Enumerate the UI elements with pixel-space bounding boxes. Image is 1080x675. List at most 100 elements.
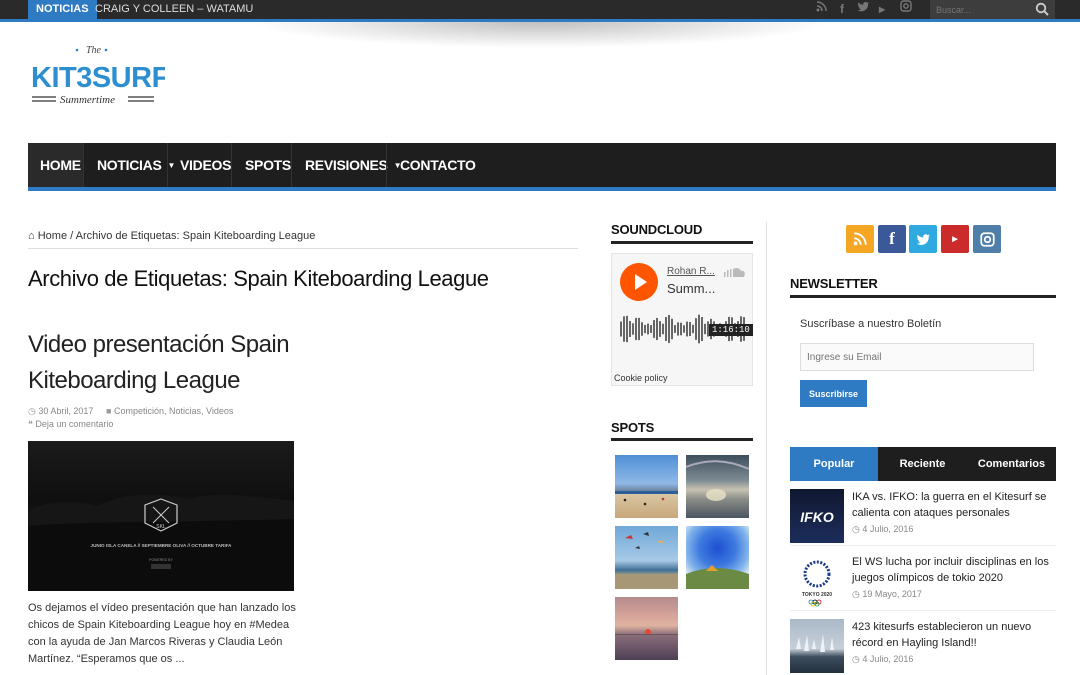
waveform-bar <box>665 317 667 341</box>
waveform-bar <box>698 314 700 344</box>
post-title[interactable]: Video presentación Spain Kiteboarding Le… <box>28 327 328 399</box>
spot-thumbnail[interactable] <box>686 455 749 518</box>
soundcloud-icon[interactable] <box>724 264 746 282</box>
youtube-icon[interactable]: ▶ <box>879 0 885 19</box>
breadcrumb-separator: / <box>70 230 74 242</box>
soundcloud-track-title[interactable]: Summ... <box>667 281 715 296</box>
waveform-bar <box>671 318 673 340</box>
post-categories[interactable]: ■ Competición, Noticias, Videos <box>106 406 233 416</box>
post-featured-image[interactable]: SKL JUNIO ISLA CANELA // SEPTIEMBRE OLIV… <box>28 441 294 591</box>
post-image-caption: JUNIO ISLA CANELA // SEPTIEMBRE OLIVA //… <box>91 543 233 548</box>
search-input[interactable] <box>936 2 1031 17</box>
soundcloud-user-link[interactable]: Rohan R... <box>667 266 715 277</box>
post-date: ◷ 30 Abril, 2017 <box>28 406 94 416</box>
post-link[interactable]: El WS lucha por incluir disciplinas en l… <box>852 554 1058 586</box>
post-title-line[interactable]: Video presentación Spain <box>28 327 328 363</box>
tokyo-thumb-text: TOKYO 2020 <box>802 592 832 598</box>
page-title: Archivo de Etiquetas: Spain Kiteboarding… <box>28 266 489 291</box>
tab-popular[interactable]: Popular <box>790 447 878 481</box>
clock-icon: ◷ <box>852 524 860 534</box>
waveform-bar <box>623 316 625 342</box>
soundcloud-player: Rohan R... Summ... 1:16:10 Cookie policy <box>611 253 753 386</box>
nav-accent-line <box>28 187 1056 191</box>
post-thumbnail[interactable] <box>790 619 844 673</box>
waveform-bar <box>683 325 685 333</box>
widget-title-underline <box>611 438 753 441</box>
breaking-news-ticker[interactable]: CRAIG Y COLLEEN – WATAMU <box>95 0 253 19</box>
waveform-bar <box>680 322 682 336</box>
waveform-bar <box>629 321 631 337</box>
widget-title-underline <box>611 241 753 244</box>
waveform-bar <box>626 315 628 343</box>
waveform-bar <box>677 322 679 336</box>
list-item[interactable]: 423 kitesurfs establecieron un nuevo réc… <box>790 619 1056 675</box>
waveform-bar <box>647 323 649 335</box>
logo-the-text: The <box>86 45 102 56</box>
post-link[interactable]: 423 kitesurfs establecieron un nuevo réc… <box>852 619 1058 651</box>
ifko-thumb-text: IFKO <box>800 509 834 525</box>
post-title-line[interactable]: Kiteboarding League <box>28 363 328 399</box>
tab-reciente[interactable]: Reciente <box>878 447 967 481</box>
nav-item-home[interactable]: HOME <box>28 143 83 187</box>
waveform-bar <box>632 323 634 335</box>
soundcloud-widget-title: SOUNDCLOUD <box>611 222 703 237</box>
waveform-bar <box>701 317 703 341</box>
instagram-icon[interactable] <box>900 0 912 19</box>
newsletter-widget-title: NEWSLETTER <box>790 276 878 291</box>
spot-thumbnail[interactable] <box>615 526 678 589</box>
facebook-icon[interactable]: f <box>878 225 906 253</box>
waveform-bar <box>644 324 646 334</box>
twitter-icon[interactable] <box>909 225 937 253</box>
clock-icon: ◷ <box>852 654 860 664</box>
clock-icon: ◷ <box>28 406 36 416</box>
tab-comentarios[interactable]: Comentarios <box>967 447 1056 481</box>
rss-icon[interactable] <box>846 225 874 253</box>
rss-icon[interactable] <box>816 0 827 19</box>
list-item[interactable]: IFKO IKA vs. IFKO: la guerra en el Kites… <box>790 489 1056 549</box>
home-icon[interactable]: ⌂ <box>28 230 35 242</box>
newsletter-email-input[interactable] <box>800 343 1034 371</box>
newsletter-text: Suscríbase a nuestro Boletín <box>800 318 942 330</box>
post-excerpt: Os dejamos el vídeo presentación que han… <box>28 602 296 665</box>
post-comment-link[interactable]: ❝ Deja un comentario <box>28 419 113 430</box>
nav-item-contacto[interactable]: CONTACTO <box>388 143 488 187</box>
waveform-bar <box>668 315 670 343</box>
comments-icon: ❝ <box>28 419 33 429</box>
cookie-policy-link[interactable]: Cookie policy <box>614 373 668 383</box>
waveform-bar <box>692 324 694 334</box>
waveform-bar <box>635 317 637 341</box>
breadcrumb-home-link[interactable]: Home <box>38 230 67 242</box>
waveform-bar <box>674 325 676 333</box>
logo-name-text: KIT3SURF <box>31 62 165 94</box>
post-date: ◷ 4 Julio, 2016 <box>852 524 914 534</box>
waveform-bar <box>704 323 706 335</box>
spot-thumbnail[interactable] <box>615 455 678 518</box>
play-button[interactable] <box>620 263 658 301</box>
waveform-bar <box>662 323 664 335</box>
post-link[interactable]: IKA vs. IFKO: la guerra en el Kitesurf s… <box>852 489 1058 521</box>
post-thumbnail[interactable]: IFKO <box>790 489 844 543</box>
top-bar: NOTICIAS CRAIG Y COLLEEN – WATAMU f ▶ <box>0 0 1080 19</box>
subscribe-button[interactable]: Suscribirse <box>800 380 867 407</box>
post-thumbnail[interactable]: TOKYO 2020 <box>790 554 844 608</box>
search-box <box>930 0 1055 19</box>
waveform-bar <box>650 325 652 333</box>
list-divider <box>790 610 1056 611</box>
spot-thumbnail[interactable] <box>615 597 678 660</box>
skl-logo-text: SKL <box>156 524 166 530</box>
post-date: ◷ 19 Mayo, 2017 <box>852 589 922 599</box>
youtube-icon[interactable]: ▶ <box>941 225 969 253</box>
breaking-news-tag: NOTICIAS <box>28 0 97 19</box>
spots-widget-title: SPOTS <box>611 420 655 435</box>
instagram-icon[interactable] <box>973 225 1001 253</box>
breadcrumb-divider <box>28 248 578 249</box>
waveform-bar <box>686 321 688 337</box>
site-logo[interactable]: The KIT3SURF Summertime <box>30 42 169 114</box>
spot-thumbnail[interactable] <box>686 526 749 589</box>
list-item[interactable]: TOKYO 2020 El WS lucha por incluir disci… <box>790 554 1056 614</box>
facebook-icon[interactable]: f <box>840 0 844 19</box>
twitter-icon[interactable] <box>857 0 870 19</box>
waveform-bar <box>641 322 643 336</box>
post-image-powered: POWERED BY <box>149 558 173 562</box>
breadcrumb-current: Archivo de Etiquetas: Spain Kiteboarding… <box>75 230 316 242</box>
